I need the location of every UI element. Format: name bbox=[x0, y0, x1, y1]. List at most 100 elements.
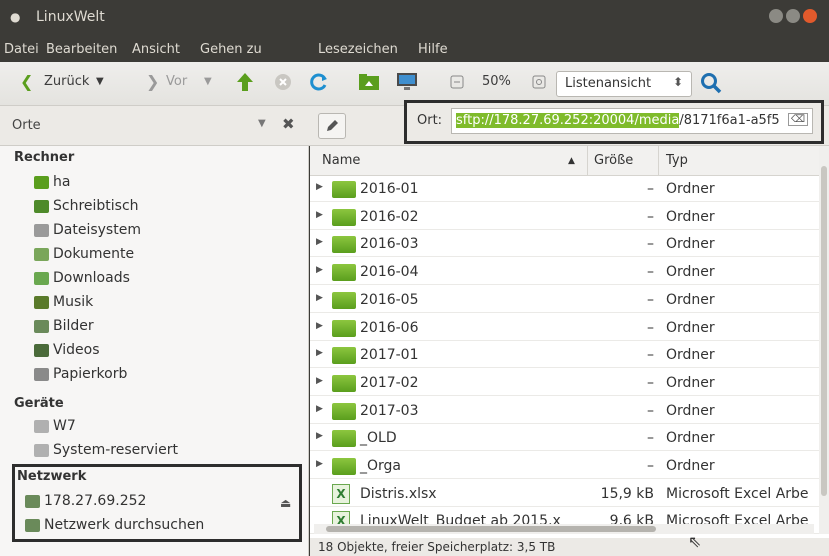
window-menu-icon[interactable]: ● bbox=[10, 10, 20, 24]
file-name: 2016-06 bbox=[360, 319, 419, 336]
file-name: 2017-02 bbox=[360, 374, 419, 391]
folder-icon bbox=[332, 181, 356, 198]
sidebar-item-ha[interactable]: ha bbox=[34, 174, 70, 190]
zoom-out-icon[interactable] bbox=[446, 71, 468, 93]
sidebar-item-dateisystem[interactable]: Dateisystem bbox=[34, 222, 141, 238]
menu-bearbeiten[interactable]: Bearbeiten bbox=[46, 42, 117, 57]
menu-hilfe[interactable]: Hilfe bbox=[418, 42, 448, 57]
column-separator bbox=[658, 146, 659, 176]
expand-icon[interactable]: ▶ bbox=[316, 348, 323, 358]
table-row[interactable]: ▶ 2016-06 – Ordner bbox=[310, 315, 819, 341]
table-row[interactable]: ▶ 2016-03 – Ordner bbox=[310, 231, 819, 258]
back-arrow-icon[interactable]: ❮ bbox=[20, 72, 33, 91]
table-row[interactable]: ▶ _OLD – Ordner bbox=[310, 425, 819, 452]
back-button[interactable]: Zurück bbox=[44, 74, 89, 89]
up-arrow-icon[interactable] bbox=[234, 71, 256, 93]
location-input[interactable]: sftp://178.27.69.252:20004/media/8171f6a… bbox=[451, 108, 813, 134]
table-row[interactable]: ▶ 2016-02 – Ordner bbox=[310, 204, 819, 230]
column-type[interactable]: Typ bbox=[666, 153, 688, 168]
expand-icon[interactable]: ▶ bbox=[316, 182, 323, 192]
table-row[interactable]: ▶ 2017-01 – Ordner bbox=[310, 342, 819, 369]
menu-datei[interactable]: Datei bbox=[4, 42, 39, 57]
scrollbar-thumb[interactable] bbox=[326, 526, 656, 532]
menu-lesezeichen[interactable]: Lesezeichen bbox=[318, 42, 398, 57]
expand-icon[interactable]: ▶ bbox=[316, 237, 323, 247]
file-type: Ordner bbox=[666, 430, 715, 447]
menu-gehen-zu[interactable]: Gehen zu bbox=[200, 42, 262, 57]
places-dropdown-icon[interactable]: ▼ bbox=[258, 118, 266, 129]
file-size: – bbox=[647, 208, 654, 225]
file-list: Name ▲ Größe Typ ▶ 2016-01– Ordner ▶ 2016-02… bbox=[310, 146, 829, 556]
sidebar-item-videos[interactable]: Videos bbox=[34, 342, 100, 358]
edit-location-button[interactable] bbox=[318, 113, 346, 139]
zoom-level: 50% bbox=[482, 74, 511, 89]
view-mode-value: Listenansicht bbox=[565, 76, 652, 91]
table-row[interactable]: ▶ _Orga – Ordner bbox=[310, 453, 819, 479]
close-button[interactable] bbox=[803, 9, 817, 23]
zoom-in-icon[interactable] bbox=[528, 71, 550, 93]
file-type: Ordner bbox=[666, 236, 715, 253]
file-name: Distris.xlsx bbox=[360, 485, 437, 502]
sidebar-item-network-host[interactable]: 178.27.69.252 bbox=[25, 493, 146, 509]
file-type: Ordner bbox=[666, 208, 715, 225]
table-row[interactable]: X Distris.xlsx 15,9 kB Microsoft Excel Arbe bbox=[310, 481, 819, 507]
expand-icon[interactable]: ▶ bbox=[316, 459, 323, 469]
table-row[interactable]: ▶ 2016-01 – Ordner bbox=[310, 176, 819, 202]
minimize-button[interactable] bbox=[769, 9, 783, 23]
sidebar-item-downloads[interactable]: Downloads bbox=[34, 270, 130, 286]
view-mode-select[interactable]: Listenansicht ⬍ bbox=[556, 71, 692, 97]
column-name[interactable]: Name bbox=[322, 153, 360, 168]
file-size: – bbox=[647, 458, 654, 474]
column-size[interactable]: Größe bbox=[594, 153, 633, 168]
sidebar-item-schreibtisch[interactable]: Schreibtisch bbox=[34, 198, 139, 214]
expand-icon[interactable]: ▶ bbox=[316, 321, 323, 331]
sidebar-heading-geraete: Geräte bbox=[14, 396, 64, 411]
expand-icon[interactable]: ▶ bbox=[316, 376, 323, 386]
file-size: – bbox=[647, 181, 654, 197]
expand-icon[interactable]: ▶ bbox=[316, 210, 323, 220]
vertical-scrollbar[interactable] bbox=[819, 146, 829, 534]
sidebar-item-system-reserviert[interactable]: System-reserviert bbox=[34, 442, 178, 458]
file-size: – bbox=[647, 264, 654, 281]
file-size: – bbox=[647, 402, 654, 419]
places-label: Orte bbox=[12, 118, 41, 133]
location-path-rest: /8171f6a1-a5f5 bbox=[679, 113, 780, 128]
forward-arrow-icon[interactable]: ❯ bbox=[146, 72, 159, 91]
table-row[interactable]: ▶ 2016-05 – Ordner bbox=[310, 287, 819, 313]
sidebar-item-w7[interactable]: W7 bbox=[34, 418, 76, 434]
sidebar-item-bilder[interactable]: Bilder bbox=[34, 318, 94, 334]
file-type: Microsoft Excel Arbe bbox=[666, 485, 809, 502]
table-row[interactable]: ▶ 2017-03 – Ordner bbox=[310, 398, 819, 424]
expand-icon[interactable]: ▶ bbox=[316, 293, 323, 303]
scrollbar-thumb[interactable] bbox=[821, 166, 827, 496]
computer-icon[interactable] bbox=[396, 71, 418, 93]
clear-icon[interactable]: ⌫ bbox=[787, 113, 808, 126]
horizontal-scrollbar[interactable] bbox=[314, 524, 814, 534]
menu-ansicht[interactable]: Ansicht bbox=[132, 42, 180, 57]
sidebar-item-musik[interactable]: Musik bbox=[34, 294, 93, 310]
reload-icon[interactable] bbox=[308, 71, 330, 93]
expand-icon[interactable]: ▶ bbox=[316, 265, 323, 275]
sidebar-item-dokumente[interactable]: Dokumente bbox=[34, 246, 134, 262]
back-history-chevron-icon[interactable]: ▼ bbox=[96, 76, 104, 87]
menu-bar: Datei Bearbeiten Ansicht Gehen zu Leseze… bbox=[0, 36, 829, 62]
table-row[interactable]: ▶ 2016-04 – Ordner bbox=[310, 259, 819, 286]
documents-icon bbox=[34, 247, 49, 261]
home-folder-icon[interactable] bbox=[358, 71, 380, 93]
forward-history-chevron-icon[interactable]: ▼ bbox=[204, 76, 212, 87]
forward-button[interactable]: Vor bbox=[166, 74, 187, 89]
file-size: – bbox=[647, 236, 654, 253]
expand-icon[interactable]: ▶ bbox=[316, 431, 323, 441]
file-type: Ordner bbox=[666, 264, 715, 281]
close-sidebar-icon[interactable]: ✖ bbox=[282, 115, 295, 133]
search-icon[interactable] bbox=[700, 72, 722, 94]
eject-icon[interactable]: ⏏ bbox=[280, 496, 291, 510]
maximize-button[interactable] bbox=[786, 9, 800, 23]
sidebar-item-papierkorb[interactable]: Papierkorb bbox=[34, 366, 127, 382]
file-size: 15,9 kB bbox=[600, 485, 654, 502]
table-row[interactable]: ▶ 2017-02 – Ordner bbox=[310, 370, 819, 396]
expand-icon[interactable]: ▶ bbox=[316, 404, 323, 414]
location-highlight: Ort: sftp://178.27.69.252:20004/media/81… bbox=[404, 100, 824, 144]
stop-icon[interactable] bbox=[272, 71, 294, 93]
sidebar-item-browse-network[interactable]: Netzwerk durchsuchen bbox=[25, 517, 204, 533]
